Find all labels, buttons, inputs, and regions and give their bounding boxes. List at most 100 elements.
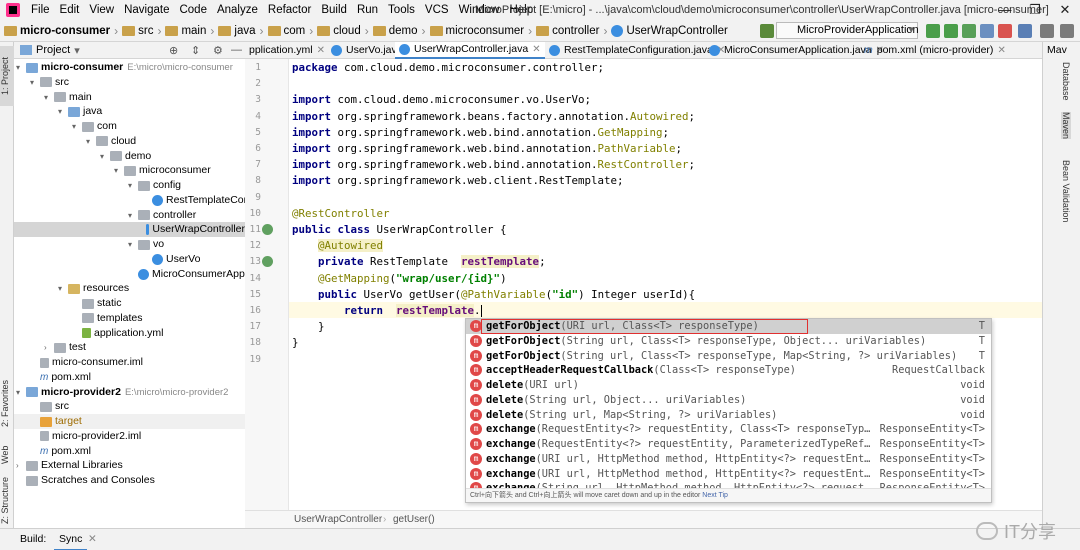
crumb-userwrapcontroller[interactable]: UserWrapController [607,24,728,37]
menu-file[interactable]: File [26,0,55,20]
menu-view[interactable]: View [84,0,119,20]
tab-web-tool[interactable]: Web [0,442,14,468]
tree-item[interactable]: ▾ main [44,90,92,105]
menu-tools[interactable]: Tools [383,0,420,20]
crumb-controller[interactable]: controller › [532,24,607,38]
completion-popup[interactable]: m getForObject (URI url, Class<T> response… [465,318,992,503]
tree-item[interactable]: ▾ config [128,178,181,193]
tree-item[interactable]: UserWrapController [14,222,245,238]
tree-item[interactable]: static [72,296,122,311]
completion-item[interactable]: m acceptHeaderRequestCallback (Class<T> re… [466,363,991,378]
tree-item[interactable]: ▾ controller [128,208,196,223]
tab-favorites-tool[interactable]: 2: Favorites [0,372,14,434]
completion-item[interactable]: m exchange (RequestEntity<?> requestEntity… [466,422,991,437]
chevron-down-icon[interactable]: ▾ [44,90,54,105]
crumb-com[interactable]: com › [264,24,313,38]
chevron-right-icon[interactable]: › [44,340,54,355]
run-config-select[interactable]: MicroProviderApplication ▾ [776,22,919,39]
tree-item[interactable]: ▾ com [72,119,117,134]
breadcrumb-class[interactable]: UserWrapController [294,511,382,529]
tree-item[interactable]: micro-consumer.iml [30,355,143,370]
close-tab-icon[interactable]: ✕ [532,41,540,58]
menu-refactor[interactable]: Refactor [263,0,316,20]
menu-build[interactable]: Build [316,0,352,20]
tree-item[interactable]: ▾ src [30,75,69,90]
chevron-down-icon[interactable]: ▾ [30,75,40,90]
chevron-down-icon[interactable]: ▾ [58,104,68,119]
breadcrumb-method[interactable]: getUser() [393,511,435,529]
chevron-down-icon[interactable]: ▾ [16,60,26,75]
tree-item[interactable]: templates [72,311,143,326]
settings-icon[interactable] [1060,24,1074,38]
chevron-right-icon[interactable]: › [16,458,26,473]
stop-icon[interactable] [998,24,1012,38]
search-icon[interactable] [1040,24,1054,38]
completion-item[interactable]: m delete (String url, Map<String, ?> uriVa… [466,408,991,423]
coverage-icon[interactable] [962,24,976,38]
tree-item[interactable]: application.yml [72,326,163,341]
hide-icon[interactable]: — [231,44,242,56]
chevron-down-icon[interactable]: ▾ [128,178,138,193]
tree-item[interactable]: UserVo [142,252,200,267]
crumb-demo[interactable]: demo › [369,24,426,38]
crumb-cloud[interactable]: cloud › [313,24,369,38]
editor-tab[interactable]: RestTemplateConfiguration.java ✕ [545,42,729,59]
chevron-down-icon[interactable]: ▾ [114,163,124,178]
tree-item[interactable]: ▾ microconsumer [114,163,211,178]
tree-item[interactable]: m pom.xml [30,444,91,459]
next-tip-link[interactable]: Next Tip [702,492,728,499]
tree-item[interactable]: › test [44,340,86,355]
close-icon[interactable]: ✕ [88,529,97,549]
maximize-icon[interactable]: ❐ [1020,0,1050,20]
tab-database-tool[interactable]: Database [1061,62,1071,101]
tree-item[interactable]: › External Libraries [16,458,123,473]
tab-structure-tool[interactable]: Z: Structure [0,472,14,528]
chevron-down-icon[interactable]: ▾ [128,208,138,223]
completion-item[interactable]: m getForObject (String url, Class<T> respo… [466,334,991,349]
tree-item[interactable]: ▾ micro-provider2 E:\micro\micro-provider2 [16,385,228,400]
menu-edit[interactable]: Edit [55,0,85,20]
menu-navigate[interactable]: Navigate [119,0,174,20]
bean-gutter-icon[interactable] [262,256,273,268]
chevron-down-icon[interactable]: ▾ [74,44,80,57]
tree-item[interactable]: ▾ java [58,104,102,119]
editor-tab[interactable]: UserWrapController.java ✕ [395,42,545,59]
completion-item[interactable]: m exchange (URI url, HttpMethod method, Ht… [466,452,991,467]
crumb-src[interactable]: src › [118,24,161,38]
completion-item[interactable]: m getForObject (URI url, Class<T> response… [466,319,991,334]
tree-item[interactable]: micro-provider2.iml [30,429,141,444]
completion-item[interactable]: m exchange (URI url, HttpMethod method, Ht… [466,467,991,482]
completion-item[interactable]: m getForObject (String url, Class<T> respo… [466,349,991,364]
tree-item[interactable]: Scratches and Consoles [16,473,155,488]
tree-item[interactable]: ▾ vo [128,237,164,252]
tree-item[interactable]: m pom.xml [30,370,91,385]
run-icon[interactable] [926,24,940,38]
chevron-down-icon[interactable]: ▾ [100,149,110,164]
editor-tab[interactable]: m pom.xml (micro-provider) ✕ [860,42,1010,59]
crumb-java[interactable]: java › [214,24,264,38]
chevron-down-icon[interactable]: ▾ [58,281,68,296]
crumb-main[interactable]: main › [161,24,214,38]
editor-tab[interactable]: pplication.yml ✕ [245,42,329,59]
menu-run[interactable]: Run [352,0,383,20]
profile-icon[interactable] [980,24,994,38]
menu-analyze[interactable]: Analyze [212,0,263,20]
project-structure-icon[interactable] [1018,24,1032,38]
close-icon[interactable]: ✕ [1050,0,1080,20]
completion-item[interactable]: m delete (String url, Object... uriVariabl… [466,393,991,408]
crumb-microconsumer[interactable]: microconsumer › [426,24,532,38]
tree-item[interactable]: ▾ micro-consumer E:\micro\micro-consumer [16,60,233,75]
tree-item[interactable]: ▾ demo [100,149,151,164]
completion-item[interactable]: m delete (URI url) void [466,378,991,393]
chevron-down-icon[interactable]: ▾ [86,134,96,149]
tab-sync[interactable]: Sync [54,529,88,550]
tab-bean-validation-tool[interactable]: Bean Validation [1061,160,1071,222]
build-hammer-icon[interactable] [760,24,774,38]
chevron-down-icon[interactable]: ▾ [16,385,26,400]
crumb-micro-consumer[interactable]: micro-consumer › [0,24,118,38]
menu-vcs[interactable]: VCS [420,0,454,20]
tree-item[interactable]: ▾ resources [58,281,129,296]
locate-icon[interactable]: ⊕ [169,44,178,57]
chevron-down-icon[interactable]: ▾ [128,237,138,252]
tab-project-tool[interactable]: 1: Project [0,46,14,106]
